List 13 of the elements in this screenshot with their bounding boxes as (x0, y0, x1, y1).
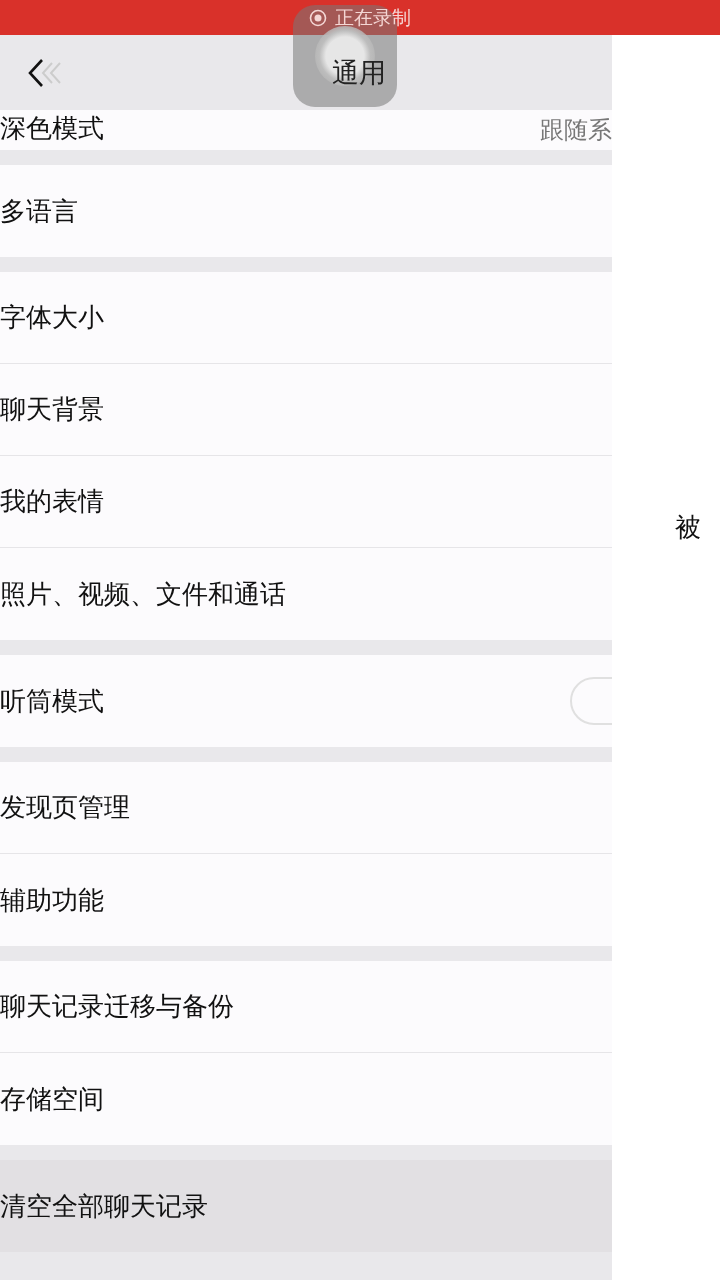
recording-label: 正在录制 (335, 4, 411, 30)
settings-row[interactable]: 照片、视频、文件和通话 (0, 548, 612, 640)
settings-row[interactable]: 听筒模式 (0, 655, 612, 747)
page-title: 通用 (332, 55, 386, 90)
settings-row[interactable]: 辅助功能 (0, 854, 612, 946)
record-icon (309, 8, 327, 27)
page-text: 被 (675, 511, 701, 544)
settings-row[interactable]: 多语言 (0, 165, 612, 257)
settings-row[interactable]: 深色模式 跟随系 (0, 110, 612, 150)
settings-row[interactable]: 清空全部聊天记录 (0, 1160, 612, 1252)
toggle-switch[interactable] (570, 677, 612, 725)
setting-value: 跟随系 (540, 115, 612, 146)
settings-row[interactable]: 存储空间 (0, 1053, 612, 1145)
